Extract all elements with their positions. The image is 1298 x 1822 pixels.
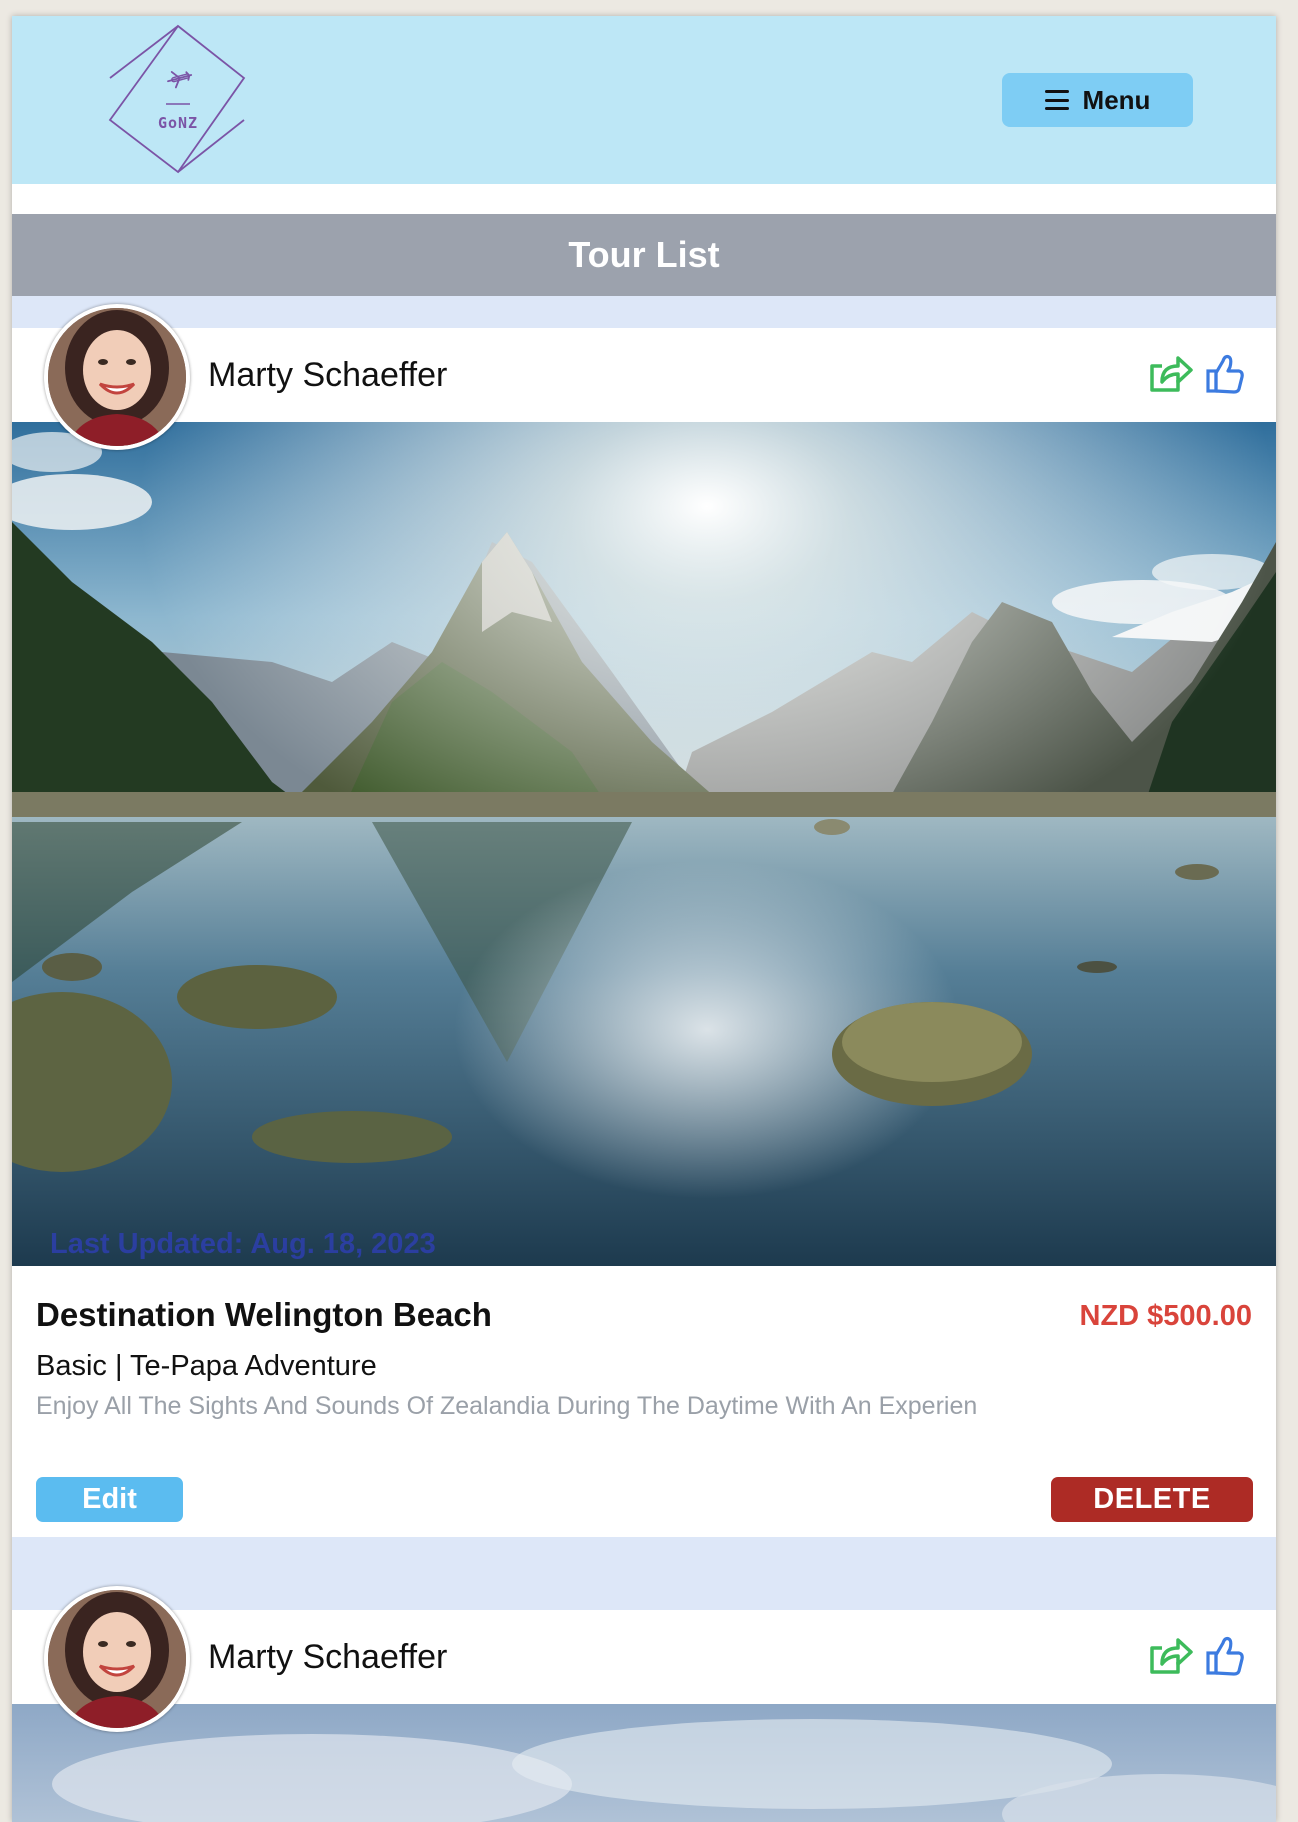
share-icon[interactable] (1148, 1636, 1194, 1678)
tour-photo-image (12, 422, 1276, 1266)
gonz-logo[interactable]: GoNZ (108, 22, 248, 180)
tour-photo[interactable]: Last Updated: Aug. 18, 2023 (12, 422, 1276, 1266)
page-title: Tour List (12, 214, 1276, 296)
card-header: Marty Schaeffer (12, 304, 1276, 450)
tour-card: Marty Schaeffer (12, 304, 1276, 1537)
tour-info: Destination Welington Beach NZD $500.00 … (12, 1266, 1276, 1537)
header-spacer (12, 184, 1276, 214)
author-name: Marty Schaeffer (208, 1638, 448, 1676)
app-frame: GoNZ Menu Tour List Marty Schaeffer Last… (12, 16, 1276, 1822)
author-avatar[interactable] (44, 1586, 190, 1732)
menu-label: Menu (1082, 84, 1151, 115)
share-icon[interactable] (1148, 354, 1194, 396)
logo-diamond (108, 24, 246, 174)
airplane-icon (167, 71, 193, 89)
thumbs-up-icon[interactable] (1205, 1635, 1245, 1677)
tour-card: Marty Schaeffer (12, 1586, 1276, 1822)
app-header: GoNZ Menu (12, 16, 1276, 184)
hamburger-icon (1044, 90, 1069, 110)
delete-button[interactable]: DELETE (1051, 1477, 1253, 1522)
thumbs-up-icon[interactable] (1205, 353, 1245, 395)
tour-title: Destination Welington Beach (36, 1296, 492, 1333)
last-updated: Last Updated: Aug. 18, 2023 (50, 1228, 436, 1260)
card-header: Marty Schaeffer (12, 1586, 1276, 1732)
menu-button[interactable]: Menu (1002, 73, 1193, 127)
logo-text: GoNZ (157, 114, 199, 132)
tour-photo-image (12, 1704, 1276, 1822)
author-avatar[interactable] (44, 304, 190, 450)
author-name: Marty Schaeffer (208, 356, 448, 394)
tour-price: NZD $500.00 (1079, 1300, 1253, 1332)
tour-photo[interactable] (12, 1704, 1276, 1822)
tour-description: Enjoy All The Sights And Sounds Of Zeala… (36, 1392, 978, 1420)
edit-button[interactable]: Edit (36, 1477, 183, 1522)
tour-subtitle: Basic | Te-Papa Adventure (36, 1350, 377, 1382)
